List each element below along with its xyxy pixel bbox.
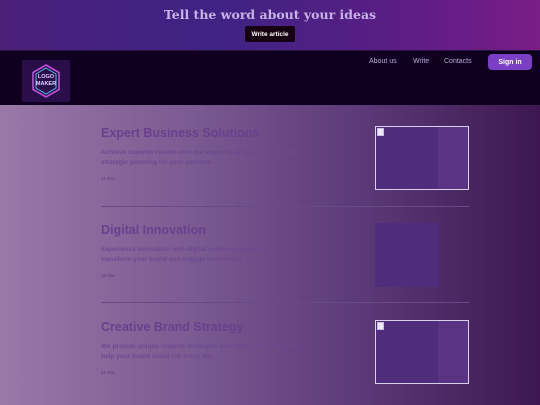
article-title[interactable]: Digital Innovation — [101, 223, 301, 237]
nav-link-about-us[interactable]: About us — [369, 58, 397, 65]
article-date: 11 Dec — [101, 176, 115, 181]
article-card[interactable]: Expert Business Solutions Achieve superi… — [101, 126, 301, 181]
article-date: 16 Dec — [101, 273, 116, 278]
broken-image-icon — [377, 322, 384, 330]
divider — [101, 206, 469, 207]
article-date: 21 Dec — [101, 370, 116, 375]
logo-text-line2: MAKER — [35, 80, 57, 87]
banner-title: Tell the word about your ideas — [163, 7, 377, 22]
article-card[interactable]: Digital Innovation Experience innovation… — [101, 223, 301, 278]
article-image[interactable] — [375, 126, 469, 190]
article-description: Experience innovation with digital solut… — [101, 246, 276, 263]
divider — [101, 302, 469, 303]
broken-image-icon — [377, 128, 384, 136]
article-title[interactable]: Creative Brand Strategy — [101, 320, 301, 334]
article-card[interactable]: Creative Brand Strategy We provide uniqu… — [101, 320, 301, 375]
article-title[interactable]: Expert Business Solutions — [101, 126, 301, 140]
nav-link-write[interactable]: Write — [413, 58, 429, 65]
write-article-button[interactable]: Write article — [245, 26, 295, 42]
article-description: Achieve superior results with our expert… — [101, 149, 300, 166]
article-image[interactable] — [375, 223, 439, 287]
top-banner: Tell the word about your ideas Write art… — [0, 0, 540, 50]
article-image[interactable] — [375, 320, 469, 384]
article-description: We provide unique creative strategies an… — [101, 343, 301, 360]
nav-link-contacts[interactable]: Contacts — [444, 58, 472, 65]
sign-in-button[interactable]: Sign in — [488, 54, 532, 70]
logo[interactable]: LOGO MAKER — [22, 60, 70, 102]
